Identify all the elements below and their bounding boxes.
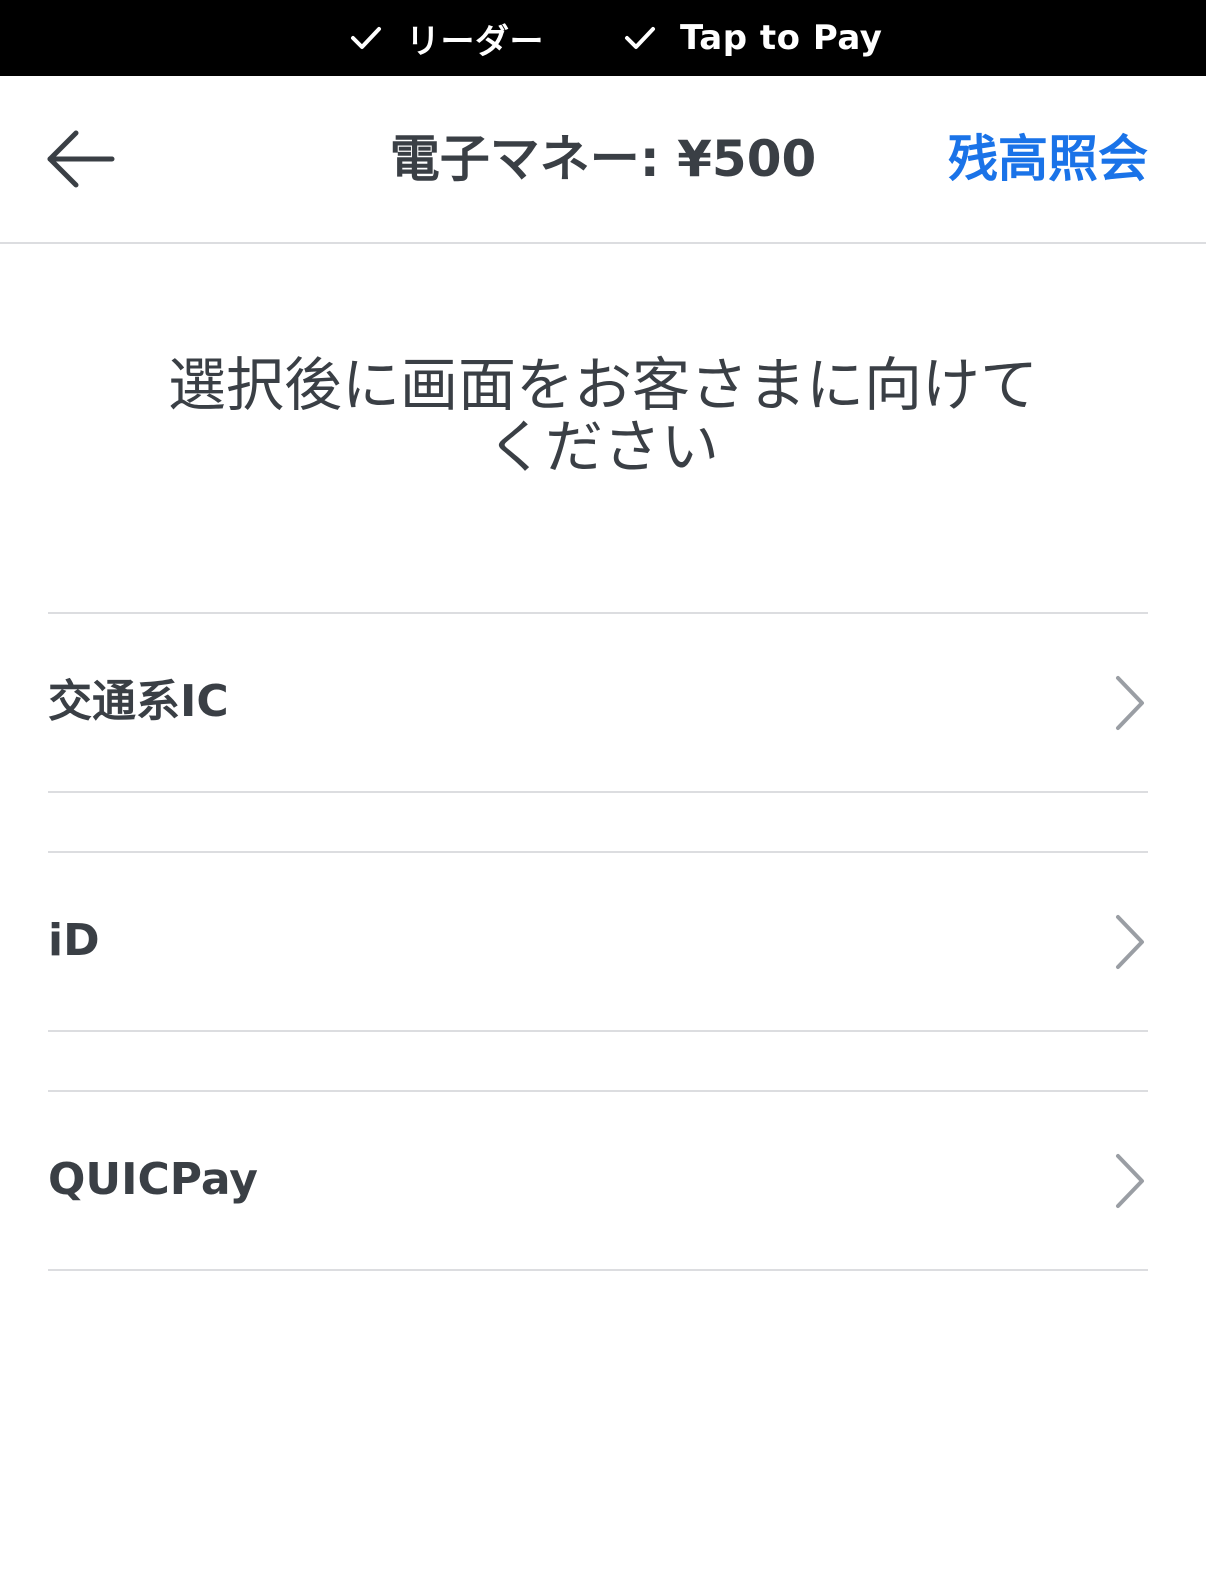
instruction-text: 選択後に画面をお客さまに向けて ください	[100, 354, 1106, 478]
checkmark-icon	[625, 27, 655, 49]
chevron-right-icon	[1116, 676, 1144, 730]
status-item-label: リーダー	[406, 21, 544, 62]
payment-method-label: QUICPay	[48, 1154, 258, 1205]
chevron-right-icon	[1116, 1154, 1144, 1208]
payment-method-list: 交通系IC iD QUICPay	[48, 612, 1148, 1329]
checkmark-icon	[351, 27, 381, 49]
payment-method-label: iD	[48, 915, 100, 966]
payment-method-transit-ic[interactable]: 交通系IC	[48, 612, 1148, 793]
chevron-right-icon	[1116, 915, 1144, 969]
status-item-reader: リーダー	[348, 0, 544, 76]
status-item-label: Tap to Pay	[680, 18, 883, 58]
balance-inquiry-button[interactable]: 残高照会	[948, 124, 1148, 194]
status-item-tap-to-pay: Tap to Pay	[622, 0, 882, 76]
instruction-line-1: 選択後に画面をお客さまに向けて	[167, 351, 1038, 419]
instruction-line-2: ください	[486, 413, 719, 481]
payment-method-quicpay[interactable]: QUICPay	[48, 1090, 1148, 1271]
payment-method-label: 交通系IC	[48, 676, 229, 727]
payment-method-id[interactable]: iD	[48, 851, 1148, 1032]
navigation-bar: 電子マネー: ¥500 残高照会	[0, 76, 1206, 244]
status-bar: リーダー Tap to Pay	[0, 0, 1206, 76]
